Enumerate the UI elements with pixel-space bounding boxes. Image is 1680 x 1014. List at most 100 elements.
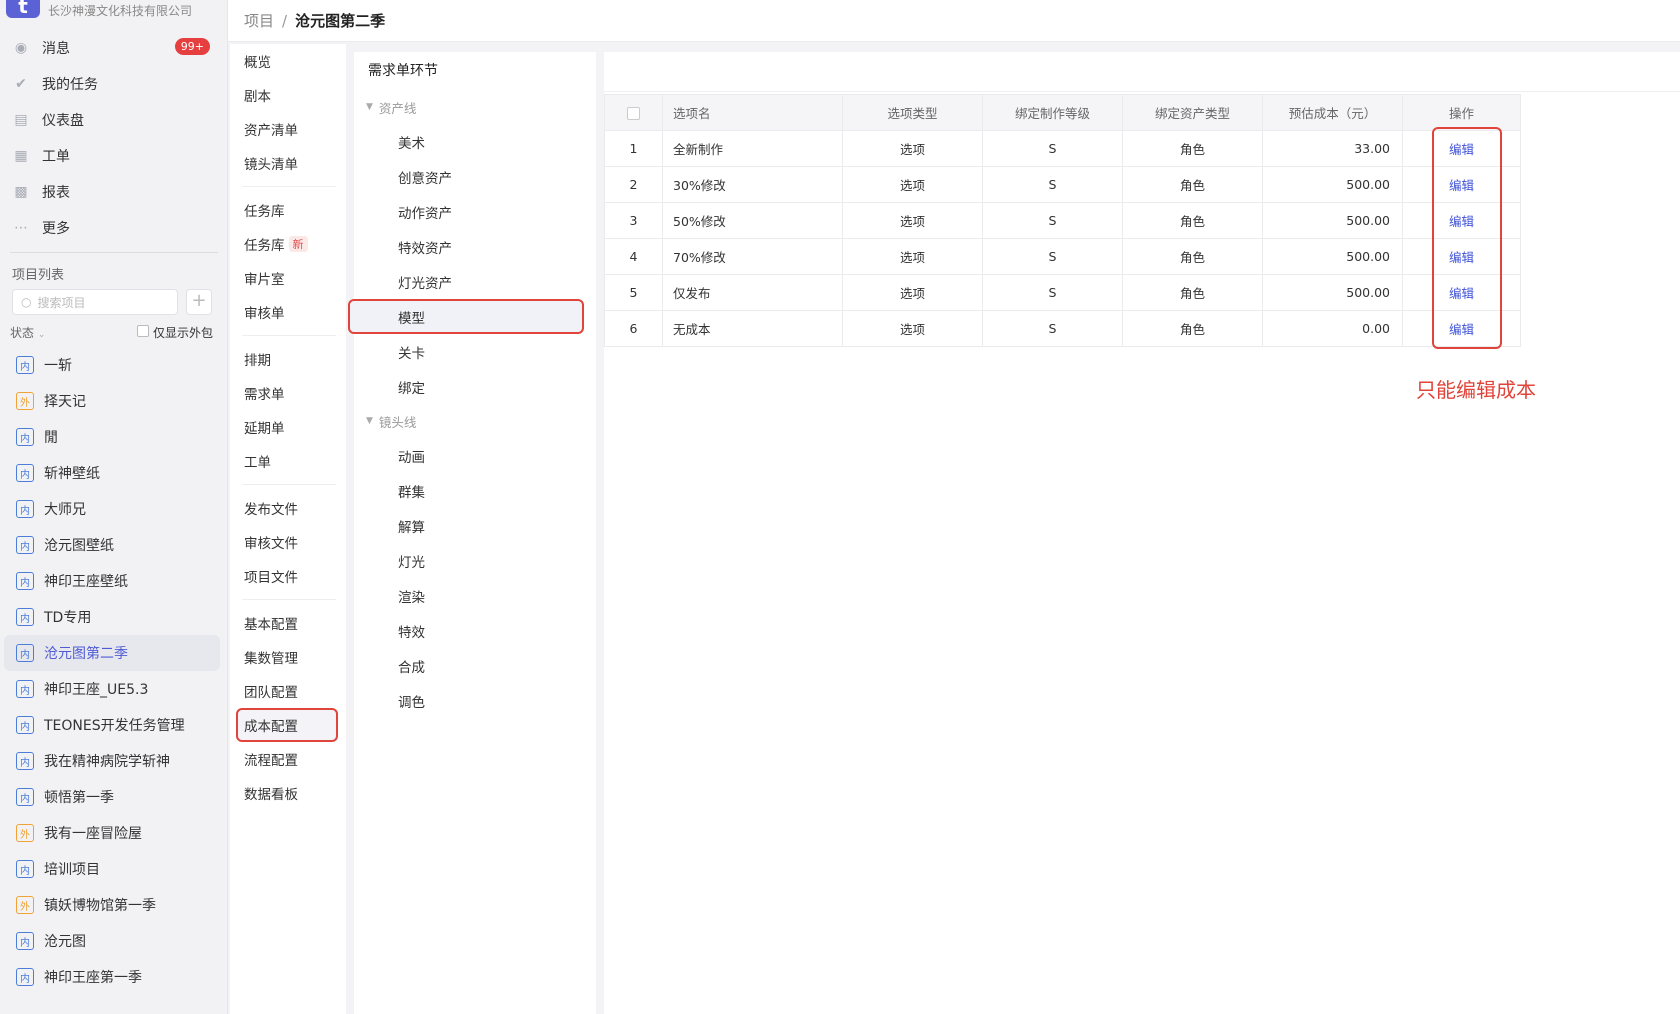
table-header-row: 选项名 选项类型 绑定制作等级 绑定资产类型 预估成本（元） 操作 — [604, 94, 1521, 131]
project-list-item[interactable]: 内斩神壁纸 — [4, 455, 220, 491]
submenu-item-label: 审片室 — [244, 272, 285, 288]
project-name: 神印王座_UE5.3 — [44, 682, 149, 698]
submenu-item[interactable]: 审片室 — [230, 261, 346, 295]
state-filter-dropdown[interactable]: 状态 ⌄ — [10, 324, 45, 341]
asset-type-cell: 角色 — [1122, 274, 1263, 311]
page-header: 项目 / 沧元图第二季 — [228, 0, 1680, 42]
project-type-tag: 外 — [16, 392, 34, 410]
project-list-item[interactable]: 内一斩 — [4, 347, 220, 383]
nav-item-3[interactable]: ▦ 工单 — [0, 138, 228, 174]
level-cell: S — [982, 166, 1123, 203]
tree-item[interactable]: 灯光资产 — [354, 264, 596, 299]
nav-item-5[interactable]: ⋯ 更多 — [0, 210, 228, 246]
project-name: 斩神壁纸 — [44, 466, 100, 482]
table-row: 3 50%修改 选项 S 角色 500.00 编辑 — [604, 202, 1521, 239]
submenu-item[interactable]: 剧本 — [230, 78, 346, 112]
tree-item[interactable]: 绑定 — [354, 369, 596, 404]
tree-item[interactable]: 灯光 — [354, 543, 596, 578]
edit-link[interactable]: 编辑 — [1449, 142, 1474, 157]
nav-item-0[interactable]: ◉ 消息 99+ — [0, 30, 228, 66]
submenu-item[interactable]: 概览 — [230, 44, 346, 78]
nav-item-2[interactable]: ▤ 仪表盘 — [0, 102, 228, 138]
nav-item-1[interactable]: ✔ 我的任务 — [0, 66, 228, 102]
submenu-item-label: 任务库 — [244, 204, 285, 220]
tree-item[interactable]: 模型 — [348, 299, 584, 334]
add-project-button[interactable]: + — [186, 289, 212, 315]
breadcrumb-root[interactable]: 项目 — [244, 12, 274, 30]
submenu-item[interactable]: 工单 — [230, 444, 346, 478]
edit-link[interactable]: 编辑 — [1449, 286, 1474, 301]
project-list-item[interactable]: 内沧元图壁纸 — [4, 527, 220, 563]
dashboard-icon: ▤ — [14, 112, 28, 128]
project-list-item[interactable]: 内神印王座壁纸 — [4, 563, 220, 599]
project-list-item[interactable]: 内我在精神病院学斩神 — [4, 743, 220, 779]
submenu-item[interactable]: 任务库新 — [230, 227, 346, 261]
project-list-item[interactable]: 外我有一座冒险屋 — [4, 815, 220, 851]
action-cell: 编辑 — [1402, 274, 1521, 311]
project-list-item[interactable]: 内沧元图 — [4, 923, 220, 959]
submenu-item[interactable]: 需求单 — [230, 376, 346, 410]
edit-link[interactable]: 编辑 — [1449, 322, 1474, 337]
tree-item[interactable]: 动作资产 — [354, 194, 596, 229]
project-search-input[interactable]: ○ 搜索项目 — [12, 289, 178, 315]
outsource-only-checkbox[interactable] — [137, 325, 149, 337]
table-row: 5 仅发布 选项 S 角色 500.00 编辑 — [604, 274, 1521, 311]
submenu-item[interactable]: 数据看板 — [230, 776, 346, 810]
submenu-divider — [242, 186, 336, 187]
project-list-item[interactable]: 内閒 — [4, 419, 220, 455]
submenu-item[interactable]: 排期 — [230, 342, 346, 376]
project-list-item[interactable]: 内神印王座第一季 — [4, 959, 220, 995]
app-logo[interactable]: t — [6, 0, 40, 18]
submenu-item-label: 工单 — [244, 455, 271, 471]
project-list-item[interactable]: 内 TD专用 — [4, 599, 220, 635]
submenu-item[interactable]: 成本配置 — [236, 708, 338, 742]
submenu-item-label: 审核文件 — [244, 536, 298, 552]
tree-item[interactable]: 渲染 — [354, 578, 596, 613]
project-list-item[interactable]: 内神印王座_UE5.3 — [4, 671, 220, 707]
project-list-item[interactable]: 外镇妖博物馆第一季 — [4, 887, 220, 923]
submenu-item[interactable]: 审核单 — [230, 295, 346, 329]
edit-link[interactable]: 编辑 — [1449, 178, 1474, 193]
project-type-tag: 内 — [16, 428, 34, 446]
submenu-item[interactable]: 发布文件 — [230, 491, 346, 525]
submenu-item[interactable]: 资产清单 — [230, 112, 346, 146]
left-sidebar: t 长沙神漫文化科技有限公司 ◉ 消息 99+ ✔ 我的任务 ▤ 仪表盘 ▦ 工单 ▩ 报表 ⋯ 更多 … — [0, 0, 228, 1014]
submenu-item[interactable]: 基本配置 — [230, 606, 346, 640]
tree-item[interactable]: 调色 — [354, 683, 596, 718]
tree-group-group2[interactable]: ▼ 镜头线 — [354, 404, 596, 438]
tree-item[interactable]: 创意资产 — [354, 159, 596, 194]
tree-group-group1[interactable]: ▼ 资产线 — [354, 90, 596, 124]
tree-item[interactable]: 解算 — [354, 508, 596, 543]
submenu-item[interactable]: 任务库 — [230, 193, 346, 227]
submenu-item[interactable]: 项目文件 — [230, 559, 346, 593]
tree-item[interactable]: 关卡 — [354, 334, 596, 369]
tree-item[interactable]: 动画 — [354, 438, 596, 473]
cost-cell: 500.00 — [1262, 274, 1403, 311]
select-all-checkbox[interactable] — [627, 107, 640, 120]
project-list-item[interactable]: 内沧元图第二季 — [4, 635, 220, 671]
submenu-item[interactable]: 镜头清单 — [230, 146, 346, 180]
edit-link[interactable]: 编辑 — [1449, 214, 1474, 229]
tree-item[interactable]: 群集 — [354, 473, 596, 508]
project-list-item[interactable]: 内顿悟第一季 — [4, 779, 220, 815]
edit-link[interactable]: 编辑 — [1449, 250, 1474, 265]
breadcrumb-current: 沧元图第二季 — [295, 12, 386, 30]
tree-item[interactable]: 特效 — [354, 613, 596, 648]
submenu-item[interactable]: 集数管理 — [230, 640, 346, 674]
option-name-cell: 70%修改 — [662, 238, 843, 275]
tree-item[interactable]: 特效资产 — [354, 229, 596, 264]
submenu-item[interactable]: 团队配置 — [230, 674, 346, 708]
tree-item[interactable]: 美术 — [354, 124, 596, 159]
project-list-item[interactable]: 内 TEONES开发任务管理 — [4, 707, 220, 743]
project-list-item[interactable]: 内培训项目 — [4, 851, 220, 887]
project-list-item[interactable]: 内大师兄 — [4, 491, 220, 527]
submenu-item[interactable]: 延期单 — [230, 410, 346, 444]
submenu-item[interactable]: 审核文件 — [230, 525, 346, 559]
project-list-item[interactable]: 外择天记 — [4, 383, 220, 419]
tree-item[interactable]: 合成 — [354, 648, 596, 683]
project-type-tag: 内 — [16, 680, 34, 698]
nav-item-4[interactable]: ▩ 报表 — [0, 174, 228, 210]
submenu-item-label: 资产清单 — [244, 123, 298, 139]
submenu-item[interactable]: 流程配置 — [230, 742, 346, 776]
project-type-tag: 内 — [16, 572, 34, 590]
